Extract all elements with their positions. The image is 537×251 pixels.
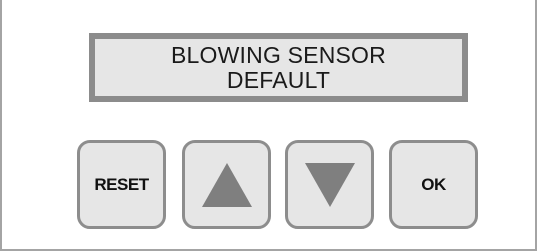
up-button[interactable]: [182, 140, 271, 229]
display-line-2: DEFAULT: [226, 66, 331, 93]
display-line-1: BLOWING SENSOR: [171, 41, 386, 68]
ok-button-label: OK: [421, 174, 446, 194]
control-panel: BLOWING SENSOR DEFAULT RESET OK: [0, 0, 537, 251]
triangle-down-icon: [303, 161, 357, 209]
down-button[interactable]: [285, 140, 374, 229]
lcd-display: BLOWING SENSOR DEFAULT: [89, 33, 468, 102]
triangle-up-icon: [200, 161, 254, 209]
reset-button[interactable]: RESET: [77, 140, 166, 229]
reset-button-label: RESET: [94, 174, 149, 194]
ok-button[interactable]: OK: [389, 140, 478, 229]
